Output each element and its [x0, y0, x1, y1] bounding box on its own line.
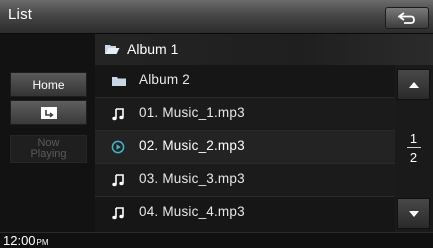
open-folder-icon — [105, 45, 120, 54]
clock-ampm: PM — [36, 238, 49, 247]
music-note-icon — [112, 174, 124, 187]
list-item-label: 04. Music_4.mp3 — [139, 204, 245, 219]
folder-up-button[interactable] — [10, 100, 87, 125]
music-note-icon — [112, 207, 124, 220]
list-item-folder[interactable]: Album 2 — [95, 65, 395, 98]
clock-time: 12:00 — [3, 233, 36, 248]
total-pages: 2 — [409, 150, 418, 165]
home-button[interactable]: Home — [10, 72, 87, 97]
folder-icon — [112, 77, 126, 86]
page-divider — [407, 147, 421, 148]
sidebar: Home Now Playing — [0, 34, 95, 233]
breadcrumb-label: Album 1 — [127, 41, 179, 57]
music-note-icon — [112, 108, 124, 121]
list-item-label: 02. Music_2.mp3 — [139, 138, 245, 153]
scroll-down-button[interactable] — [397, 198, 430, 229]
folder-up-icon — [40, 106, 57, 119]
file-list: Album 2 01. Music_1.mp3 02. Music_2.mp3 — [95, 65, 395, 232]
list-item-playing[interactable]: 02. Music_2.mp3 — [95, 131, 395, 164]
current-page: 1 — [409, 131, 418, 146]
clock: 12:00PM — [3, 233, 49, 248]
music-list-screen: List Album 1 Home Now Playing Album 2 01… — [0, 0, 433, 248]
now-playing-label: Now Playing — [30, 138, 66, 160]
arrow-up-icon — [408, 81, 419, 88]
arrow-down-icon — [408, 210, 419, 217]
list-item[interactable]: 04. Music_4.mp3 — [95, 197, 395, 232]
scrollbar: 1 2 — [395, 65, 433, 232]
page-title: List — [8, 6, 33, 23]
home-button-label: Home — [32, 77, 65, 92]
list-item-label: 03. Music_3.mp3 — [139, 171, 245, 186]
list-item[interactable]: 03. Music_3.mp3 — [95, 164, 395, 197]
breadcrumb: Album 1 — [95, 34, 433, 66]
header-bar: List — [0, 0, 433, 34]
now-playing-button[interactable]: Now Playing — [10, 135, 87, 163]
back-arrow-icon — [398, 12, 415, 24]
list-item[interactable]: 01. Music_1.mp3 — [95, 98, 395, 131]
now-playing-line2: Playing — [30, 148, 67, 160]
back-button[interactable] — [385, 7, 429, 29]
list-item-label: 01. Music_1.mp3 — [139, 105, 245, 120]
list-item-label: Album 2 — [139, 72, 190, 87]
page-indicator: 1 2 — [397, 125, 430, 173]
status-bar: 12:00PM — [0, 232, 433, 248]
play-circle-icon — [111, 140, 125, 154]
scroll-up-button[interactable] — [397, 69, 430, 100]
